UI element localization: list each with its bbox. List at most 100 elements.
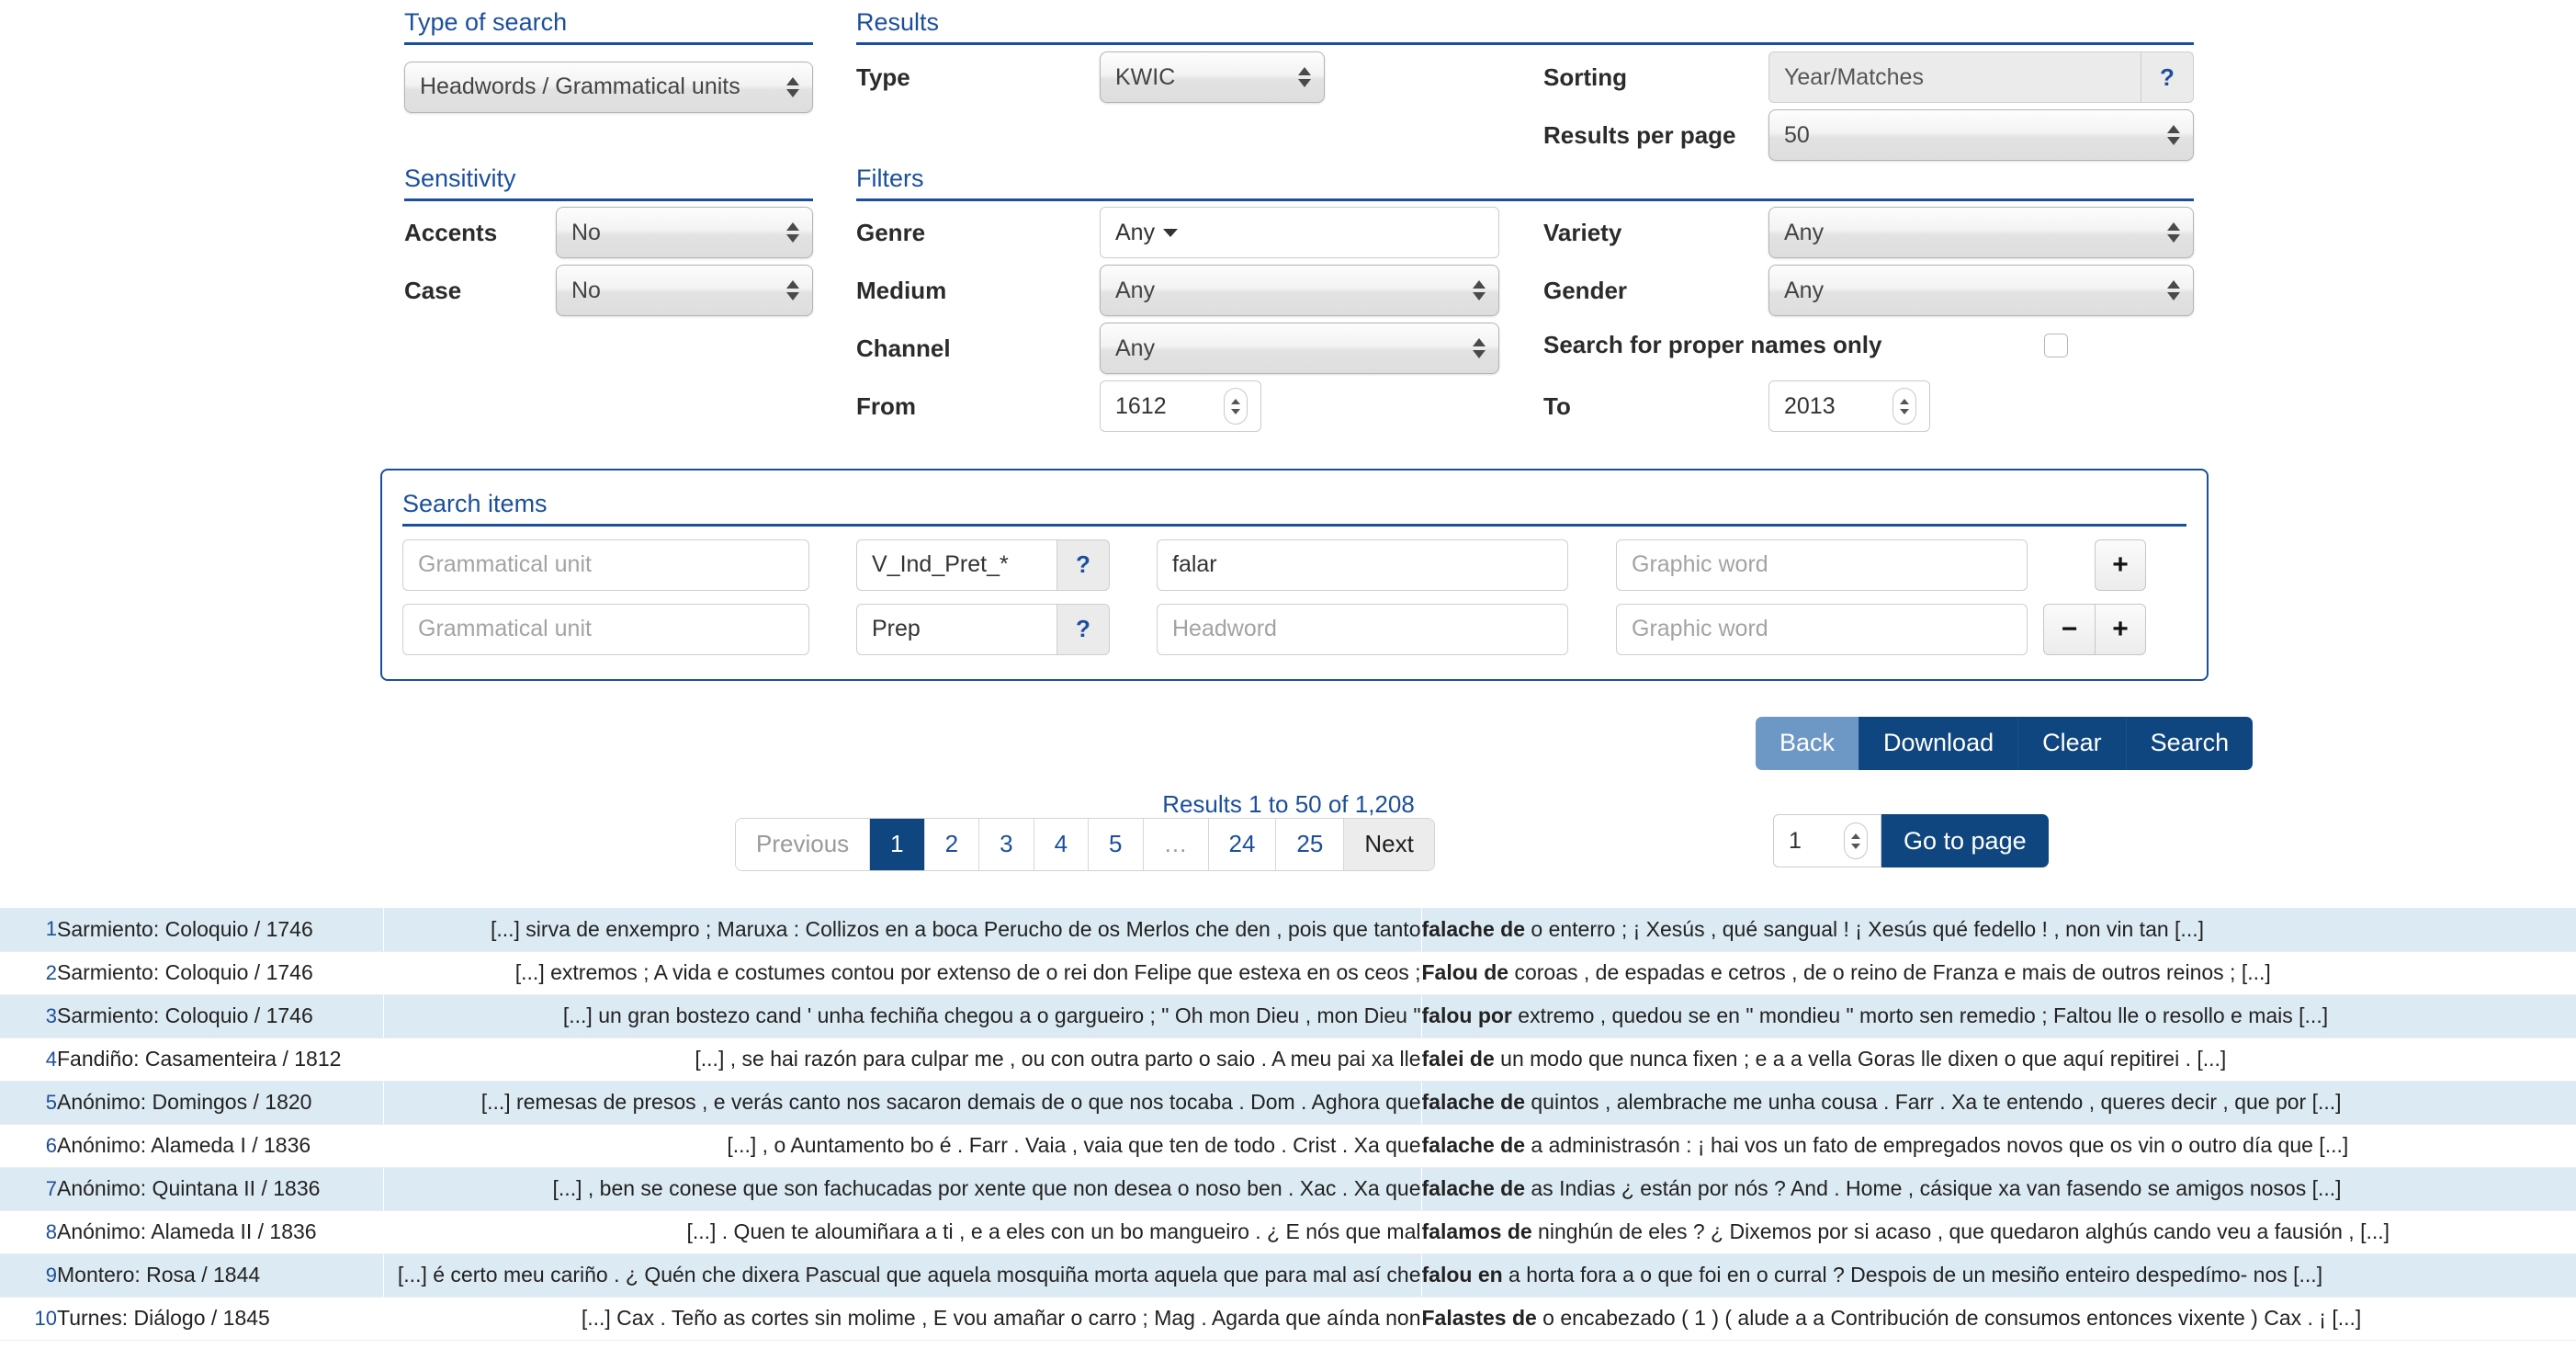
row-left-context: [...] , o Auntamento bo é . Farr . Vaia …	[383, 1124, 1421, 1168]
gender-row: Gender Any	[1543, 265, 2194, 316]
add-search-item-button-2[interactable]: +	[2095, 603, 2146, 655]
filters-legend: Filters	[856, 164, 2194, 201]
clear-button[interactable]: Clear	[2018, 717, 2127, 770]
row-match-and-right-context: falache de quintos , alembrache me unha …	[1420, 1081, 2576, 1125]
row-source-reference[interactable]: Fandiño: Casamenteira / 1812	[57, 1037, 384, 1082]
pagination-page-3[interactable]: 3	[979, 819, 1034, 870]
row-source-reference[interactable]: Sarmiento: Coloquio / 1746	[57, 994, 384, 1038]
row-index: 3	[0, 994, 57, 1038]
table-row[interactable]: 3 Sarmiento: Coloquio / 1746 [...] un gran…	[0, 994, 2576, 1038]
table-row[interactable]: 8 Anónimo: Alameda II / 1836 [...] . Quen …	[0, 1210, 2576, 1254]
case-label: Case	[404, 276, 462, 304]
chevron-updown-icon	[2167, 222, 2180, 243]
back-button[interactable]: Back	[1756, 717, 1860, 770]
medium-select[interactable]: Any	[1100, 265, 1499, 316]
row-index: 1	[0, 908, 57, 952]
pagination-ellipsis: …	[1143, 819, 1209, 870]
row-source-reference[interactable]: Sarmiento: Coloquio / 1746	[57, 951, 384, 995]
row-source-reference[interactable]: Turnes: Diálogo / 1845	[57, 1297, 384, 1341]
graphic-word-input-2[interactable]: Graphic word	[1616, 603, 2028, 655]
tag-input-2[interactable]: Prep	[856, 603, 1056, 655]
chevron-updown-icon	[786, 76, 799, 97]
from-year-input[interactable]: 1612	[1100, 380, 1261, 432]
variety-select[interactable]: Any	[1768, 207, 2194, 258]
row-index: 7	[0, 1167, 57, 1211]
pagination-page-25[interactable]: 25	[1276, 819, 1345, 870]
help-icon[interactable]: ?	[1056, 538, 1110, 591]
graphic-word-input-1[interactable]: Graphic word	[1616, 538, 2028, 591]
results-type-select[interactable]: KWIC	[1100, 51, 1325, 103]
table-row[interactable]: 5 Anónimo: Domingos / 1820 [...] remesas d…	[0, 1081, 2576, 1125]
table-row[interactable]: 9 Montero: Rosa / 1844 [...] é certo meu c…	[0, 1253, 2576, 1298]
grammatical-unit-input-2[interactable]: Grammatical unit	[402, 603, 809, 655]
row-left-context: [...] . Quen te aloumiñara a ti , e a el…	[383, 1210, 1421, 1254]
pagination-page-24[interactable]: 24	[1208, 819, 1277, 870]
results-per-page-select[interactable]: 50	[1768, 109, 2194, 161]
pagination-next[interactable]: Next	[1344, 819, 1434, 870]
pagination-previous[interactable]: Previous	[736, 819, 871, 870]
row-source-reference[interactable]: Anónimo: Alameda I / 1836	[57, 1124, 384, 1168]
row-index: 5	[0, 1081, 57, 1125]
stepper-icon[interactable]	[1892, 388, 1916, 425]
genre-value: Any	[1115, 219, 1156, 245]
case-select[interactable]: No	[556, 265, 813, 316]
table-row[interactable]: 10 Turnes: Diálogo / 1845 [...] Cax . Teño…	[0, 1297, 2576, 1341]
headword-input-2[interactable]: Headword	[1157, 603, 1568, 655]
chevron-updown-icon	[2167, 280, 2180, 300]
type-of-search-value: Headwords / Grammatical units	[420, 74, 740, 100]
help-icon[interactable]: ?	[2141, 51, 2194, 103]
pagination-page-5[interactable]: 5	[1089, 819, 1144, 870]
gender-select[interactable]: Any	[1768, 265, 2194, 316]
table-row[interactable]: 4 Fandiño: Casamenteira / 1812 [...] , se …	[0, 1037, 2576, 1082]
to-year-input[interactable]: 2013	[1768, 380, 1930, 432]
tag-input-group-2: Prep ?	[856, 603, 1110, 655]
accents-select[interactable]: No	[556, 207, 813, 258]
stepper-icon[interactable]	[1224, 388, 1248, 425]
results-table: 1 Sarmiento: Coloquio / 1746 [...] sirva d…	[0, 908, 2576, 1341]
row-source-reference[interactable]: Anónimo: Quintana II / 1836	[57, 1167, 384, 1211]
stepper-icon[interactable]	[1844, 822, 1868, 859]
row-left-context: [...] sirva de enxempro ; Maruxa : Colli…	[383, 908, 1421, 952]
pagination-page-1[interactable]: 1	[870, 819, 925, 870]
tag-input-group-1: V_Ind_Pret_* ?	[856, 538, 1110, 591]
help-icon[interactable]: ?	[1056, 603, 1110, 655]
table-row[interactable]: 2 Sarmiento: Coloquio / 1746 [...] extremo…	[0, 951, 2576, 995]
row-match-and-right-context: falache de o enterro ; ¡ Xesús , qué san…	[1420, 908, 2576, 952]
grammatical-unit-input-1[interactable]: Grammatical unit	[402, 538, 809, 591]
proper-names-checkbox[interactable]	[2044, 333, 2068, 357]
row-source-reference[interactable]: Sarmiento: Coloquio / 1746	[57, 908, 384, 952]
row-source-reference[interactable]: Anónimo: Alameda II / 1836	[57, 1210, 384, 1254]
channel-select[interactable]: Any	[1100, 323, 1499, 374]
row-left-context: [...] , ben se conese que son fachucadas…	[383, 1167, 1421, 1211]
row-keyword-match: Falou de	[1421, 960, 1509, 984]
to-label: To	[1543, 391, 1571, 420]
row-source-reference[interactable]: Anónimo: Domingos / 1820	[57, 1081, 384, 1125]
sorting-value[interactable]: Year/Matches	[1768, 51, 2141, 103]
row-keyword-match: falache de	[1421, 1176, 1525, 1200]
table-row[interactable]: 1 Sarmiento: Coloquio / 1746 [...] sirva d…	[0, 908, 2576, 952]
row-source-reference[interactable]: Montero: Rosa / 1844	[57, 1253, 384, 1298]
row-keyword-match: falamos de	[1421, 1219, 1532, 1243]
remove-search-item-button-2[interactable]: −	[2043, 603, 2095, 655]
medium-label: Medium	[856, 276, 947, 304]
goto-page-input[interactable]: 1	[1773, 814, 1881, 867]
results-per-page-label: Results per page	[1543, 120, 1736, 149]
download-button[interactable]: Download	[1859, 717, 2019, 770]
sorting-row: Sorting Year/Matches ?	[1543, 51, 2194, 103]
table-row[interactable]: 6 Anónimo: Alameda I / 1836 [...] , o Aunt…	[0, 1124, 2576, 1168]
genre-dropdown[interactable]: Any	[1100, 207, 1499, 258]
row-left-context: [...] remesas de presos , e verás canto …	[383, 1081, 1421, 1125]
row-index: 6	[0, 1124, 57, 1168]
pagination-page-2[interactable]: 2	[924, 819, 980, 870]
headword-input-1[interactable]: falar	[1157, 538, 1568, 591]
tag-input-1[interactable]: V_Ind_Pret_*	[856, 538, 1056, 591]
genre-label: Genre	[856, 218, 926, 246]
add-search-item-button-1[interactable]: +	[2095, 538, 2146, 591]
type-of-search-select[interactable]: Headwords / Grammatical units	[404, 61, 813, 113]
table-row[interactable]: 7 Anónimo: Quintana II / 1836 [...] , ben …	[0, 1167, 2576, 1211]
search-button[interactable]: Search	[2126, 717, 2254, 770]
pagination-page-4[interactable]: 4	[1034, 819, 1090, 870]
sorting-input-group: Year/Matches ?	[1768, 51, 2194, 103]
goto-page-button[interactable]: Go to page	[1881, 814, 2049, 867]
proper-names-row: Search for proper names only	[1543, 331, 2194, 359]
